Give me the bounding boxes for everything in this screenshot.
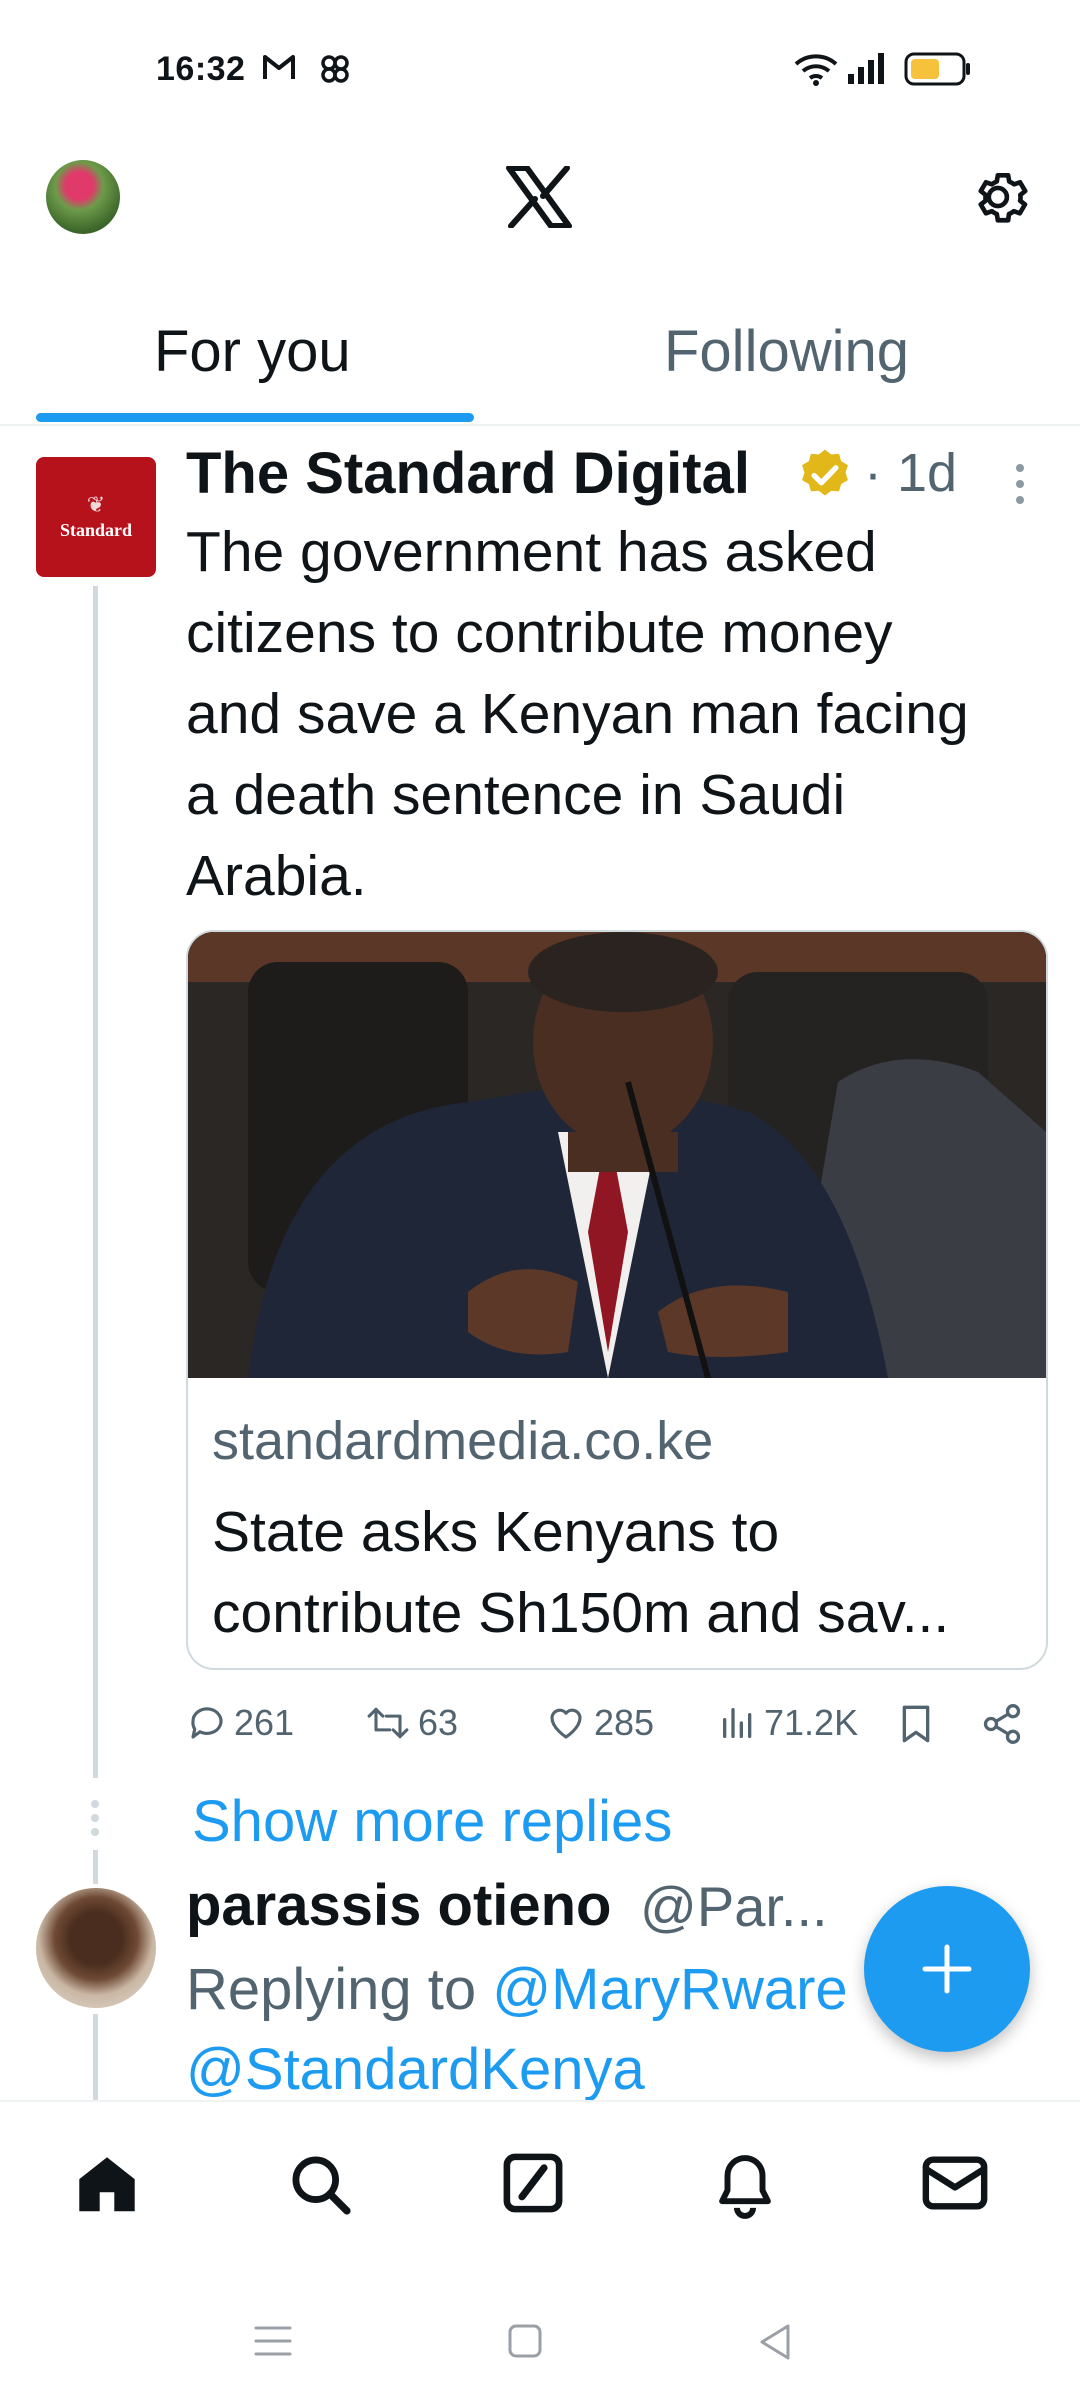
author-name[interactable]: parassis otieno xyxy=(186,1872,611,1939)
wifi-icon xyxy=(794,54,838,86)
tab-following[interactable]: Following xyxy=(664,318,909,385)
tweet-time: · 1d xyxy=(864,443,958,503)
tab-active-indicator xyxy=(36,413,474,422)
avatar-logo-text: Standard xyxy=(59,519,133,540)
verified-badge-icon[interactable] xyxy=(796,446,854,504)
bell-icon[interactable] xyxy=(712,2150,778,2220)
replying-to: Replying to @MaryRware @StandardKenya xyxy=(186,1950,848,2110)
share-icon[interactable] xyxy=(980,1702,1024,1746)
mention-link[interactable]: @MaryRware xyxy=(492,1957,847,2022)
card-domain: standardmedia.co.ke xyxy=(212,1411,714,1471)
reply-icon xyxy=(191,1707,223,1739)
bookmark-icon[interactable] xyxy=(896,1702,936,1746)
plus-icon xyxy=(922,1944,972,1994)
home-square-icon[interactable] xyxy=(506,2322,544,2360)
back-icon[interactable] xyxy=(756,2322,794,2362)
replying-prefix: Replying to xyxy=(186,1957,493,2022)
more-options-icon[interactable] xyxy=(1008,462,1032,506)
views-button[interactable]: 71.2K xyxy=(718,1702,858,1744)
retweet-button[interactable]: 63 xyxy=(364,1702,458,1744)
thread-line xyxy=(93,1850,98,1884)
mention-link[interactable]: @StandardKenya xyxy=(186,2037,645,2102)
views-chart-icon xyxy=(723,1708,752,1738)
tab-divider xyxy=(0,424,1080,426)
status-time: 16:32 xyxy=(156,50,246,88)
avatar[interactable] xyxy=(46,160,120,234)
grok-icon[interactable] xyxy=(500,2150,566,2216)
like-button[interactable]: 285 xyxy=(544,1702,654,1744)
views-count: 71.2K xyxy=(764,1702,859,1743)
author-avatar[interactable]: ❦ Standard xyxy=(36,457,156,577)
card-title: State asks Kenyans to contribute Sh150m … xyxy=(212,1500,950,1645)
heart-icon xyxy=(550,1708,582,1739)
tab-for-you[interactable]: For you xyxy=(154,318,351,385)
reply-button[interactable]: 261 xyxy=(186,1702,294,1744)
thread-line xyxy=(93,2014,98,2100)
retweet-count: 63 xyxy=(418,1702,459,1743)
author-name[interactable]: The Standard Digital xyxy=(186,440,750,507)
crest-icon: ❦ xyxy=(86,491,106,517)
recent-apps-icon[interactable] xyxy=(252,2322,294,2360)
show-more-replies-link[interactable]: Show more replies xyxy=(192,1788,672,1855)
card-image xyxy=(188,932,1046,1378)
link-card[interactable]: standardmedia.co.ke State asks Kenyans t… xyxy=(186,930,1048,1670)
gear-icon[interactable] xyxy=(972,166,1034,228)
battery-icon xyxy=(904,52,970,86)
author-handle[interactable]: @Par... xyxy=(640,1874,828,1939)
author-avatar[interactable] xyxy=(36,1888,156,2008)
thread-dot xyxy=(91,1800,99,1808)
thread-dot xyxy=(91,1828,99,1836)
bottom-nav xyxy=(0,2100,1080,2402)
mail-icon[interactable] xyxy=(920,2150,990,2216)
gmail-icon xyxy=(263,55,295,79)
like-count: 285 xyxy=(594,1702,655,1743)
x-logo-icon[interactable] xyxy=(505,166,573,228)
tweet-text: The government has asked citizens to con… xyxy=(186,520,969,908)
home-icon[interactable] xyxy=(72,2150,142,2220)
compose-button[interactable] xyxy=(864,1886,1030,2052)
retweet-icon xyxy=(367,1707,409,1739)
reply-count: 261 xyxy=(234,1702,295,1743)
thread-line xyxy=(93,586,98,1778)
pinwheel-icon xyxy=(321,55,349,83)
search-icon[interactable] xyxy=(286,2150,354,2218)
signal-icon xyxy=(848,53,884,84)
thread-dot xyxy=(91,1814,99,1822)
